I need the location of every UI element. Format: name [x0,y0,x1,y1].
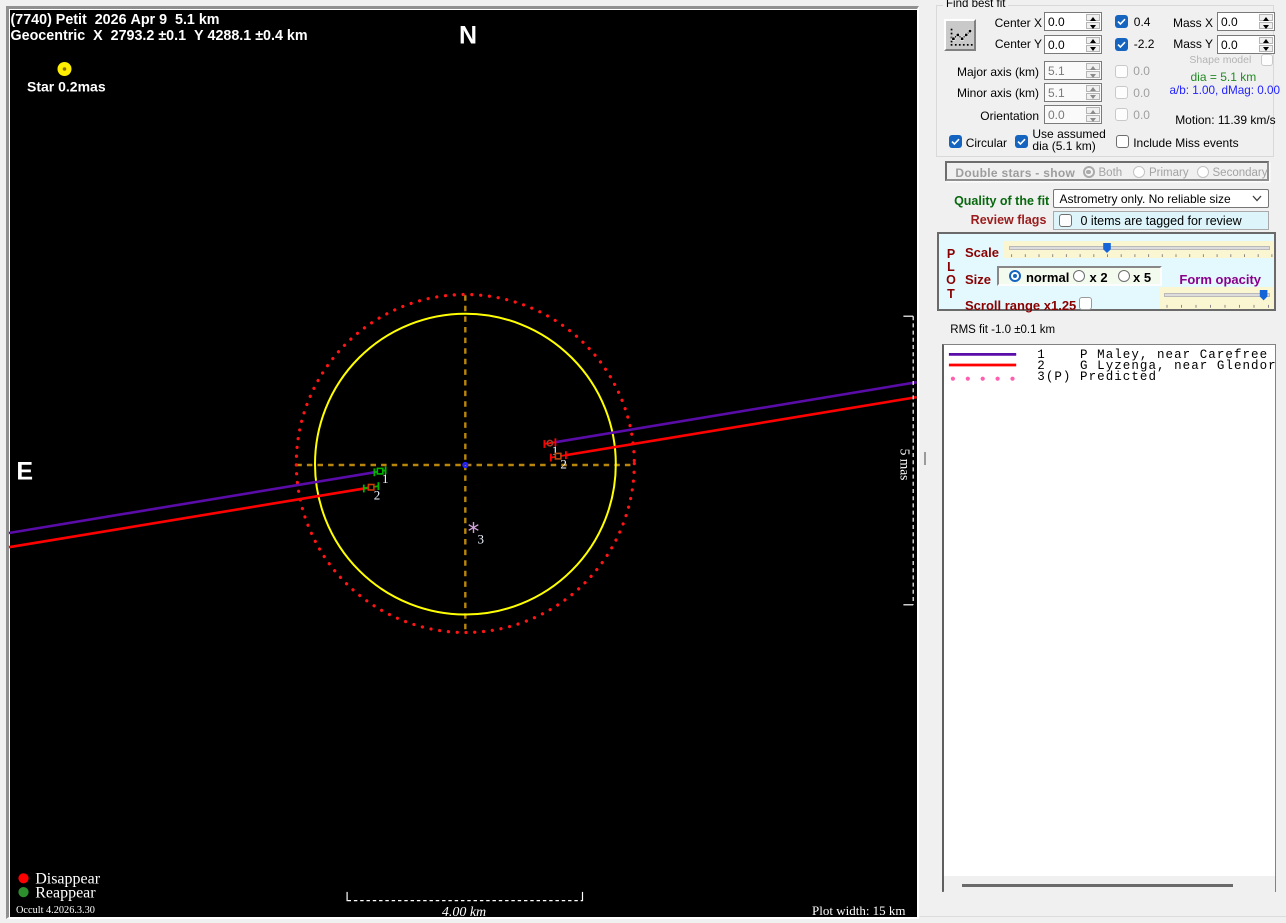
svg-text:Geocentric X 2793.2 ±0.1 Y: Geocentric X 2793.2 ±0.1 Y 4288.1 ±0.4 k… [11,28,308,44]
svg-text:2: 2 [560,456,567,471]
svg-text:1: 1 [382,471,389,486]
svg-text:N: N [459,22,477,50]
svg-text:E: E [16,457,33,485]
svg-text:(7740) Petit 2026 Apr 9 5.1: (7740) Petit 2026 Apr 9 5.1 km [11,12,220,28]
svg-text:4.00 km: 4.00 km [442,905,486,920]
svg-text:3: 3 [478,532,485,547]
svg-text:Occult 4.2026.3.30: Occult 4.2026.3.30 [16,905,95,916]
svg-text:Plot width: 15 km: Plot width: 15 km [812,903,906,918]
svg-text:Reappear: Reappear [35,884,96,901]
svg-text:Star 0.2mas: Star 0.2mas [27,79,106,95]
svg-text:5 mas: 5 mas [898,449,913,481]
svg-text:2: 2 [374,488,381,503]
